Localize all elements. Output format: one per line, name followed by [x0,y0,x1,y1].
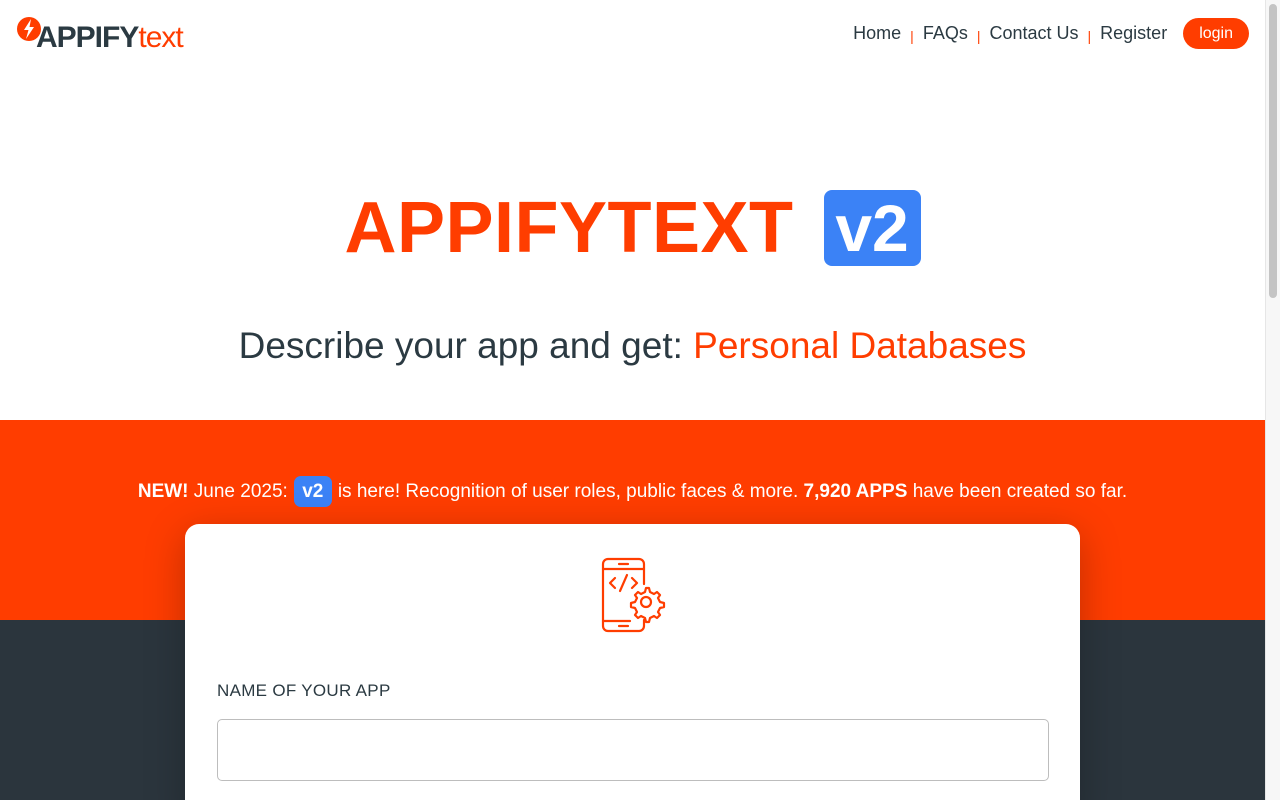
hero-subtitle: Describe your app and get: Personal Data… [0,325,1265,367]
version-badge: v2 [823,190,921,266]
nav-register[interactable]: Register [1100,23,1167,44]
logo-text-suffix: text [138,21,183,54]
announce-suffix: have been created so far. [912,480,1128,502]
login-button[interactable]: login [1183,18,1249,49]
nav-contact-us[interactable]: Contact Us [989,23,1078,44]
page-scrollbar[interactable] [1265,0,1280,800]
nav-separator: | [976,27,981,44]
nav-separator: | [1087,27,1092,44]
nav-home[interactable]: Home [853,23,901,44]
app-name-input[interactable] [217,719,1049,781]
hero-subtitle-rotating: Personal Databases [693,325,1027,366]
logo-appify: APPIFY [36,21,139,54]
announcement-text: NEW! June 2025: v2 is here! Recognition … [0,476,1265,507]
announce-body: is here! Recognition of user roles, publ… [337,480,799,502]
create-app-card: NAME OF YOUR APP [185,524,1080,800]
hero-title: APPIFYTEXT v2 [0,190,1265,266]
app-name-label: NAME OF YOUR APP [217,681,391,700]
announce-new: NEW! [137,480,189,502]
lightning-bolt-icon [17,17,41,41]
mobile-code-gear-icon [601,557,666,633]
nav-faqs[interactable]: FAQs [923,23,968,44]
announce-version-badge: v2 [293,476,332,507]
logo-text: APPIFYtext [36,21,184,56]
announce-app-count: 7,920 APPS [803,480,908,502]
site-header: APPIFYtext Home | FAQs | Contact Us | Re… [0,0,1265,70]
main-nav: Home | FAQs | Contact Us | Register logi… [853,18,1249,49]
scrollbar-thumb[interactable] [1269,4,1277,298]
nav-separator: | [910,27,914,44]
logo[interactable]: APPIFYtext [16,14,184,56]
announce-date: June 2025: [193,480,288,502]
hero-app-name: APPIFYTEXT [344,188,794,268]
hero-subtitle-prefix: Describe your app and get: [238,325,683,366]
